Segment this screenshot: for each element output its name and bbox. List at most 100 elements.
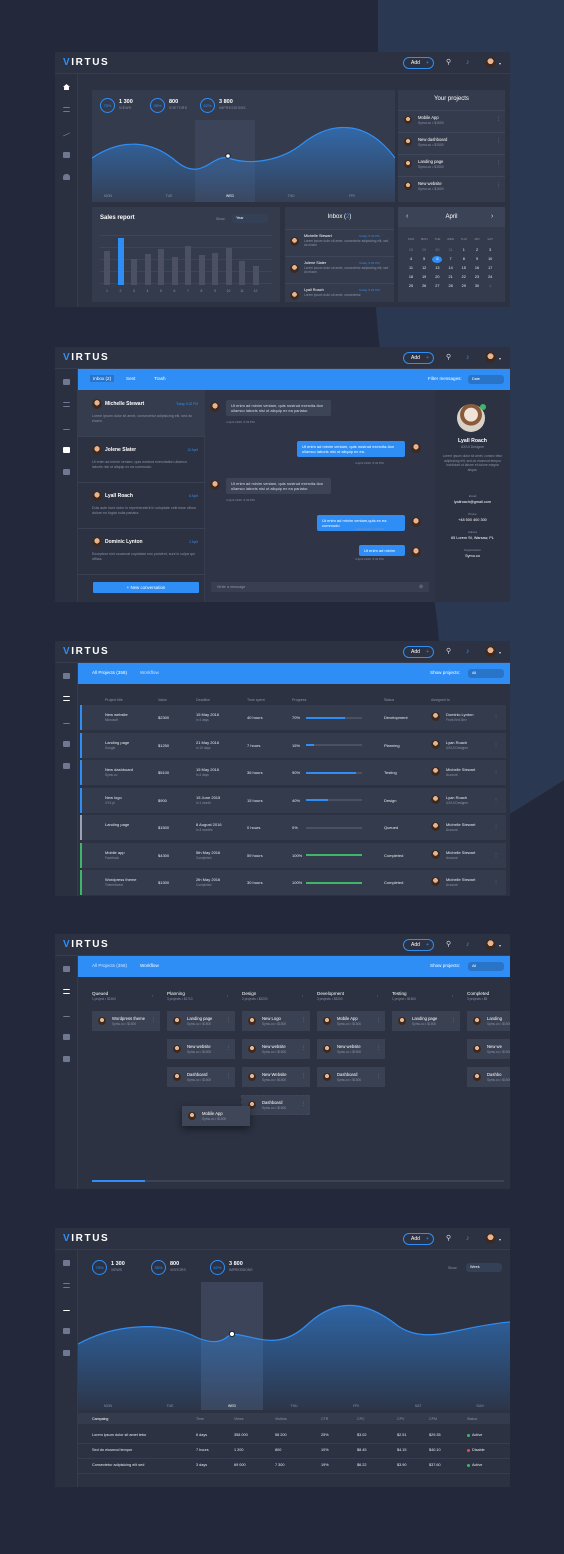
- home-icon[interactable]: [63, 84, 70, 90]
- bell-icon[interactable]: ♪: [466, 648, 470, 656]
- attach-icon[interactable]: ⊘: [419, 583, 423, 591]
- calendar-day[interactable]: 13: [432, 265, 442, 272]
- add-button[interactable]: Add +: [403, 939, 434, 951]
- thread-name[interactable]: Lyall Roach: [105, 493, 133, 499]
- sales-bar[interactable]: [198, 255, 205, 285]
- home-icon[interactable]: [63, 966, 70, 972]
- calendar-day[interactable]: 22: [459, 274, 469, 281]
- column-header[interactable]: CPM: [429, 1417, 437, 1421]
- more-icon[interactable]: ⋮: [494, 797, 498, 802]
- calendar-day[interactable]: 6: [432, 256, 443, 263]
- avatar[interactable]: [485, 646, 496, 657]
- chart-icon[interactable]: [63, 127, 70, 137]
- calendar-day[interactable]: 8: [459, 256, 469, 263]
- column-header[interactable]: CPV: [397, 1417, 404, 1421]
- more-icon[interactable]: ⋮: [376, 1017, 381, 1023]
- kanban-card[interactable]: Mobile App Symu.co • $1500 ⋮: [317, 1011, 385, 1031]
- menu-icon[interactable]: [63, 989, 70, 994]
- kanban-card[interactable]: New website Symu.co • $1500 ⋮: [167, 1039, 235, 1059]
- more-icon[interactable]: ⋮: [494, 852, 498, 857]
- chart-icon[interactable]: [63, 424, 70, 430]
- home-icon[interactable]: [63, 379, 70, 385]
- calendar-day[interactable]: 18: [406, 274, 416, 281]
- menu-icon[interactable]: [63, 1283, 70, 1288]
- add-button[interactable]: Add +: [403, 57, 434, 69]
- column-header[interactable]: Campaing: [92, 1417, 108, 1421]
- kanban-card[interactable]: Landing page Symu.co • $1500 ⋮: [167, 1011, 235, 1031]
- bell-icon[interactable]: ♪: [466, 354, 470, 362]
- calendar-day[interactable]: 21: [446, 274, 456, 281]
- dragging-card[interactable]: Mobile App Symu.co • $1500: [182, 1106, 250, 1126]
- kanban-card[interactable]: Dashboard Symu.co • $1500 ⋮: [317, 1067, 385, 1087]
- horizontal-scrollbar[interactable]: [92, 1180, 504, 1182]
- avatar[interactable]: [485, 939, 496, 950]
- next-month-icon[interactable]: ›: [491, 213, 493, 221]
- thread-name[interactable]: Jolene Slater: [105, 447, 136, 453]
- sales-bar[interactable]: [158, 248, 164, 285]
- kanban-card[interactable]: DashboSymu.co • $1500⋮: [467, 1067, 510, 1087]
- search-icon[interactable]: ⚲: [446, 1235, 451, 1243]
- chevron-down-icon[interactable]: ▾: [499, 942, 501, 950]
- more-icon[interactable]: ⋮: [496, 160, 501, 166]
- avatar[interactable]: [485, 57, 496, 68]
- mail-icon[interactable]: [63, 447, 70, 453]
- users-icon[interactable]: [63, 1350, 70, 1356]
- users-icon[interactable]: [63, 174, 70, 180]
- calendar-day[interactable]: 10: [485, 256, 495, 263]
- chevron-down-icon[interactable]: ▾: [499, 60, 501, 68]
- avatar[interactable]: [485, 352, 496, 363]
- column-header[interactable]: Time: [196, 1417, 204, 1421]
- kanban-card[interactable]: New website Symu.co • $1500 ⋮: [317, 1039, 385, 1059]
- calendar-day[interactable]: 27: [432, 283, 442, 290]
- table-row[interactable]: New website Microsoft $2300 15 May 2016 in 4…: [80, 705, 506, 730]
- thread-name[interactable]: Dominic Lynton: [105, 539, 143, 545]
- calendar-day[interactable]: 24: [485, 274, 495, 281]
- calendar-day[interactable]: 5: [419, 256, 429, 263]
- more-icon[interactable]: ⋮: [301, 1017, 306, 1023]
- sales-bar[interactable]: [171, 256, 178, 285]
- kanban-card[interactable]: New Website Symu.co • $1500 ⋮: [242, 1067, 310, 1087]
- calendar-day[interactable]: 30: [432, 247, 442, 254]
- project-name[interactable]: New dashboard: [418, 137, 447, 142]
- analytics-show-select[interactable]: Week: [466, 1263, 502, 1272]
- calendar-day[interactable]: 28: [446, 283, 456, 290]
- sender-name[interactable]: Lyall Roach: [304, 288, 324, 292]
- kanban-card[interactable]: Wordpress theme Symu.co • $1500 ⋮: [92, 1011, 160, 1031]
- search-icon[interactable]: ⚲: [446, 648, 451, 656]
- tab-all-projects[interactable]: All Projects (358): [92, 670, 127, 675]
- kanban-card[interactable]: New weSymu.co • $1500⋮: [467, 1039, 510, 1059]
- calendar-day[interactable]: 19: [419, 274, 429, 281]
- more-icon[interactable]: ⋮: [496, 138, 501, 144]
- calendar-day[interactable]: 29: [419, 247, 429, 254]
- more-icon[interactable]: ⋮: [494, 769, 498, 774]
- sender-name[interactable]: Michelle Stewart: [304, 234, 332, 238]
- table-row[interactable]: Landing page Google $1250 21 May 2016 in 10 …: [80, 732, 506, 758]
- calendar-day[interactable]: 9: [472, 256, 482, 263]
- users-icon[interactable]: [63, 1056, 70, 1062]
- menu-icon[interactable]: [63, 402, 70, 407]
- thread-name[interactable]: Michelle Stewart: [105, 401, 144, 407]
- mail-icon[interactable]: [63, 1034, 70, 1040]
- search-icon[interactable]: ⚲: [446, 59, 451, 67]
- chart-icon[interactable]: [63, 718, 70, 724]
- menu-icon[interactable]: [63, 107, 70, 112]
- chevron-down-icon[interactable]: ▾: [499, 649, 501, 657]
- calendar-day[interactable]: 4: [406, 256, 416, 263]
- sales-show-select[interactable]: Year: [232, 214, 268, 223]
- project-name[interactable]: New website: [418, 181, 442, 186]
- users-icon[interactable]: [63, 469, 70, 475]
- project-name[interactable]: Landing page: [418, 159, 443, 164]
- sales-bar[interactable]: [239, 261, 245, 285]
- chevron-down-icon[interactable]: ▾: [499, 355, 501, 363]
- more-icon[interactable]: ⋮: [301, 1045, 306, 1051]
- table-row[interactable]: New dashboard Symu.co $5100 15 May 2016 in 4…: [80, 760, 506, 785]
- mail-icon[interactable]: [63, 152, 70, 158]
- calendar-day[interactable]: 14: [446, 265, 456, 272]
- more-icon[interactable]: ⋮: [494, 714, 498, 719]
- chart-point[interactable]: [225, 153, 231, 159]
- table-row[interactable]: New logo XYX.pl $900 15 June 2015 in 1 month…: [80, 787, 506, 813]
- calendar-day[interactable]: 12: [419, 265, 429, 272]
- more-icon[interactable]: ⋮: [226, 1073, 231, 1079]
- chart-point[interactable]: [228, 1330, 236, 1338]
- show-projects-select[interactable]: All: [468, 962, 504, 971]
